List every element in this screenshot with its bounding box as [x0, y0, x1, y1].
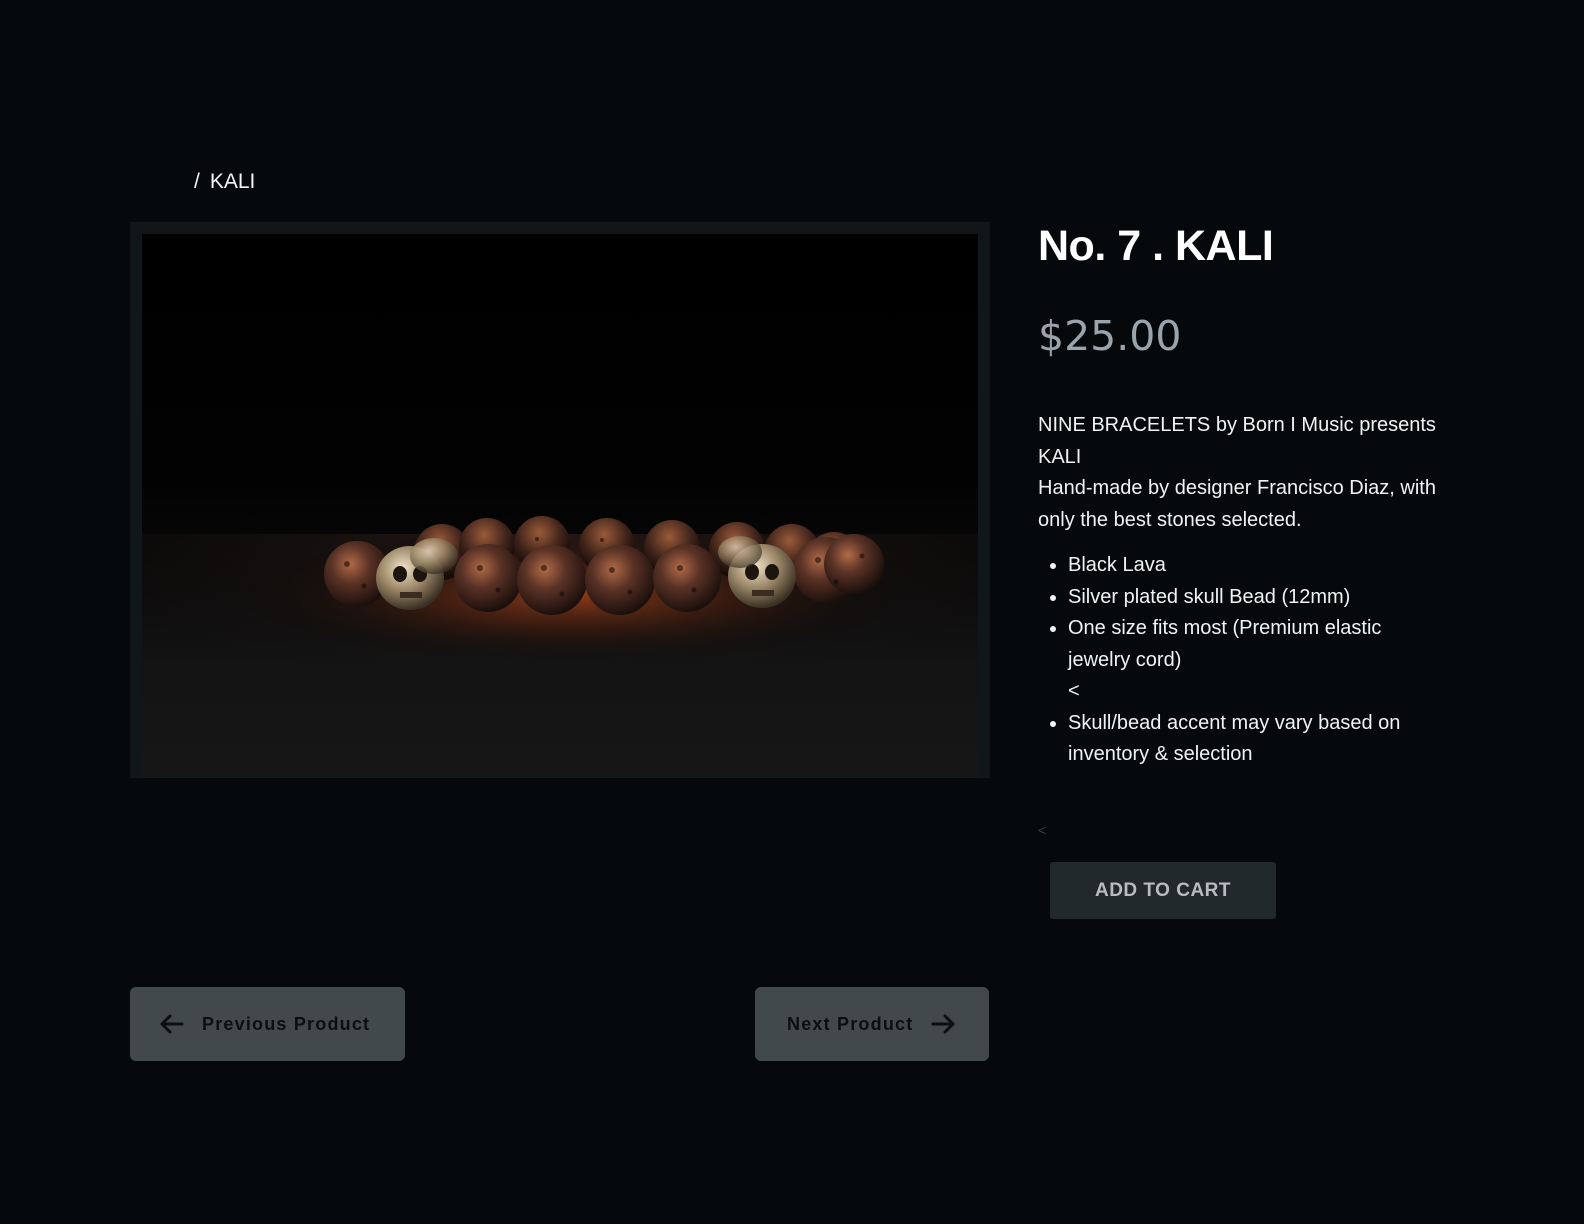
feature-item: One size fits most (Premium elastic jewe… — [1068, 613, 1438, 676]
next-product-button[interactable]: Next Product — [755, 987, 989, 1061]
product-description: NINE BRACELETS by Born I Music presents … — [1038, 410, 1438, 771]
next-product-label: Next Product — [787, 1013, 914, 1034]
feature-item: Silver plated skull Bead (12mm) — [1068, 582, 1438, 614]
stray-char: < — [1038, 822, 1047, 838]
feature-item: Black Lava — [1068, 550, 1438, 582]
description-line: Hand-made by designer Francisco Diaz, wi… — [1038, 477, 1436, 531]
product-title: No. 7 . KALI — [1038, 222, 1274, 270]
previous-product-label: Previous Product — [202, 1013, 371, 1034]
feature-item: Skull/bead accent may vary based on inve… — [1068, 708, 1438, 771]
description-line: NINE BRACELETS by Born I Music presents … — [1038, 414, 1436, 468]
product-price: $25.00 — [1038, 312, 1182, 360]
breadcrumb-current: KALI — [209, 170, 256, 193]
feature-stray-char: < — [1068, 680, 1080, 702]
product-image-frame — [130, 222, 990, 778]
feature-list: Black Lava Silver plated skull Bead (12m… — [1038, 550, 1438, 771]
bracelet-photo-icon — [142, 516, 978, 778]
arrow-left-icon — [160, 1014, 184, 1034]
breadcrumb: / KALI — [194, 170, 255, 194]
product-image[interactable] — [142, 234, 978, 778]
arrow-right-icon — [931, 1014, 955, 1034]
add-to-cart-button[interactable]: ADD TO CART — [1050, 862, 1276, 919]
previous-product-button[interactable]: Previous Product — [130, 987, 405, 1061]
breadcrumb-separator: / — [194, 170, 200, 193]
